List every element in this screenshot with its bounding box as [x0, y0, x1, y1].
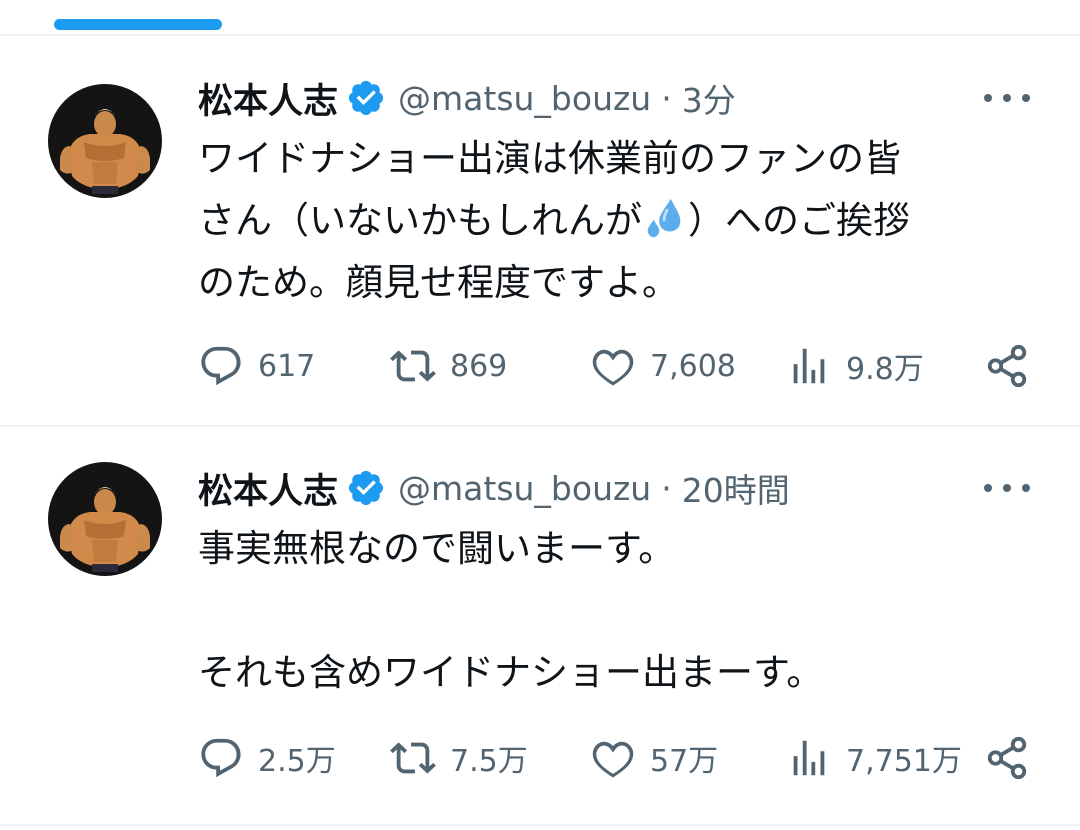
action-bar: 2.5万 7.5万 57万 7,751万 [198, 730, 1030, 786]
user-handle[interactable]: @matsu_bouzu [398, 469, 651, 508]
share-icon [987, 344, 1027, 388]
action-bar: 617 869 7,608 9.8万 [198, 338, 1030, 394]
timestamp[interactable]: 20時間 [682, 464, 790, 512]
like-count: 7,608 [650, 348, 736, 384]
heart-icon [592, 741, 634, 778]
tweet-text-line: それも含めワイドナショー出まーす。 [198, 651, 824, 694]
loading-progress-bar [54, 19, 222, 30]
tweet[interactable]: 松本人志 @matsu_bouzu · 20時間 事実無根なので闘いまーす。 そ… [0, 460, 1080, 820]
more-options-icon[interactable] [984, 460, 1030, 516]
share-button[interactable] [984, 730, 1030, 786]
tweet[interactable]: 松本人志 @matsu_bouzu · 3分 ワイドナショー出演は休業前のファン… [0, 70, 1080, 425]
retweet-button[interactable]: 7.5万 [390, 730, 528, 786]
verified-badge-icon[interactable] [346, 78, 386, 118]
display-name[interactable]: 松本人志 [198, 463, 338, 514]
retweet-icon [390, 350, 436, 382]
like-button[interactable]: 57万 [590, 730, 718, 786]
divider [0, 824, 1080, 826]
tweet-text-line: 事実無根なので闘いまーす。 [198, 527, 676, 570]
views-chart-icon [793, 348, 825, 384]
heart-icon [592, 349, 634, 386]
sweat-droplets-icon [647, 198, 681, 238]
retweet-count: 869 [450, 348, 508, 384]
like-count: 57万 [650, 744, 719, 779]
view-count: 7,751万 [846, 744, 962, 779]
divider [0, 34, 1080, 36]
share-button[interactable] [984, 338, 1030, 394]
view-count: 9.8万 [846, 352, 924, 387]
tweet-text-line: ワイドナショー出演は休業前のファンの皆 [198, 137, 901, 180]
tweet-text-line: のため。顔見せ程度ですよ。 [198, 261, 679, 304]
reply-count: 617 [258, 348, 316, 384]
tweet-text: 事実無根なので闘いまーす。 それも含めワイドナショー出まーす。 [198, 518, 823, 704]
timestamp[interactable]: 3分 [682, 74, 736, 122]
avatar-image [48, 84, 162, 198]
divider [0, 425, 1080, 427]
retweet-icon [390, 742, 436, 774]
reply-button[interactable]: 2.5万 [198, 730, 336, 786]
avatar-image [48, 462, 162, 576]
reply-icon [201, 738, 241, 778]
retweet-count: 7.5万 [450, 744, 528, 779]
user-handle[interactable]: @matsu_bouzu [398, 79, 651, 118]
reply-count: 2.5万 [258, 744, 336, 779]
separator-dot: · [661, 78, 672, 118]
more-options-icon[interactable] [984, 70, 1030, 126]
avatar[interactable] [48, 462, 162, 576]
views-button[interactable]: 7,751万 [786, 730, 962, 786]
tweet-text-line: さん（いないかもしれんが ）へのご挨拶 [198, 190, 910, 252]
views-button[interactable]: 9.8万 [786, 338, 924, 394]
share-icon [987, 736, 1027, 780]
reply-icon [201, 346, 241, 386]
retweet-button[interactable]: 869 [390, 338, 507, 394]
tweet-text-blank-line [198, 580, 823, 642]
display-name[interactable]: 松本人志 [198, 73, 338, 124]
tweet-text: ワイドナショー出演は休業前のファンの皆 さん（いないかもしれんが ）へのご挨拶 … [198, 128, 910, 314]
separator-dot: · [661, 468, 672, 508]
reply-button[interactable]: 617 [198, 338, 315, 394]
avatar[interactable] [48, 84, 162, 198]
verified-badge-icon[interactable] [346, 468, 386, 508]
like-button[interactable]: 7,608 [590, 338, 736, 394]
views-chart-icon [793, 740, 825, 776]
